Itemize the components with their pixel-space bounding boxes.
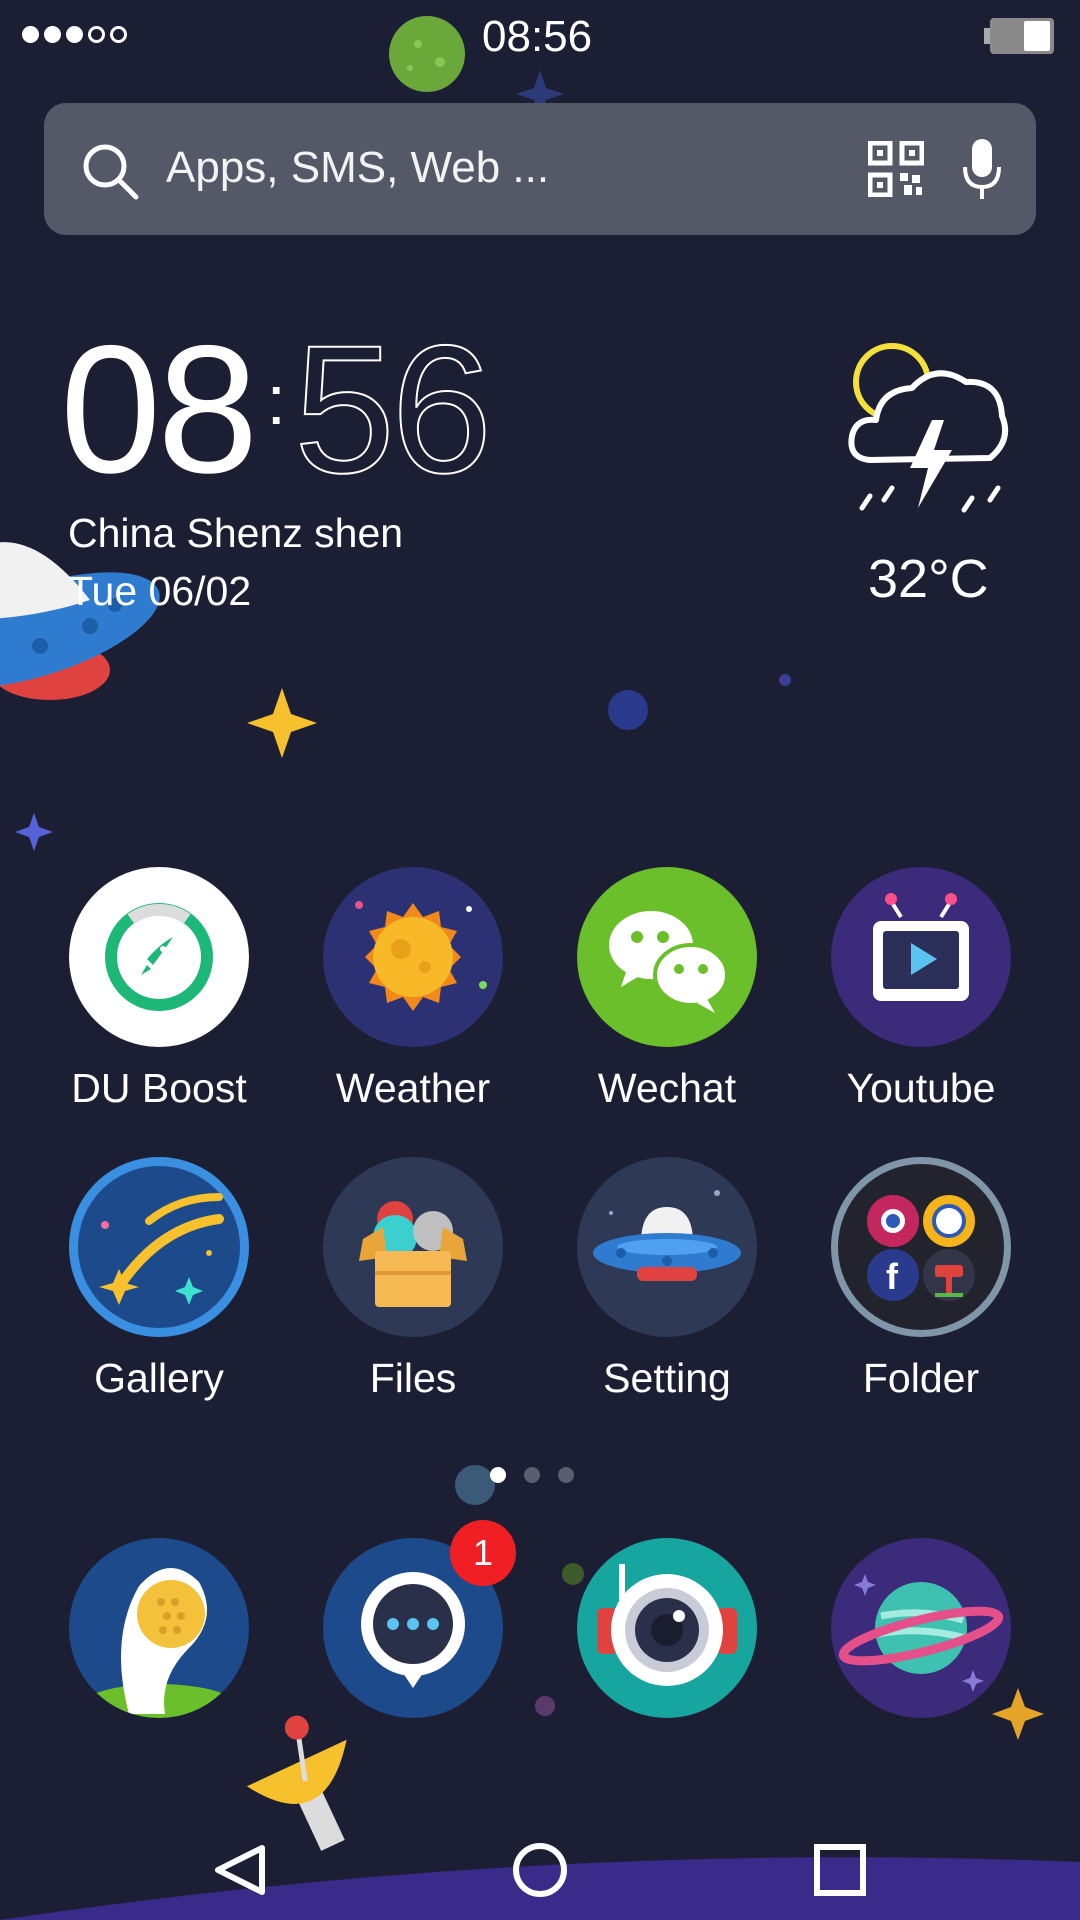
app-label: Wechat xyxy=(597,1065,737,1111)
folder-icon[interactable]: f xyxy=(831,1157,1011,1337)
setting-ufo-icon[interactable] xyxy=(577,1157,757,1337)
app-label: Youtube xyxy=(846,1065,996,1111)
unread-badge: 1 xyxy=(450,1520,516,1586)
clock-widget[interactable]: 08:56 xyxy=(60,317,493,501)
page-dot-3[interactable] xyxy=(558,1467,574,1483)
page-dot-1[interactable] xyxy=(490,1467,506,1483)
status-time: 08:56 xyxy=(482,12,593,61)
thunderstorm-sun-icon[interactable] xyxy=(840,340,1020,520)
gallery-shooting-star-icon[interactable] xyxy=(69,1157,249,1337)
app-label: DU Boost xyxy=(71,1065,247,1111)
page-dot-2[interactable] xyxy=(524,1467,540,1483)
qr-code-icon[interactable] xyxy=(868,141,924,197)
app-du-boost[interactable]: DU Boost xyxy=(39,867,279,1112)
app-label: Weather xyxy=(335,1065,491,1111)
phone-icon[interactable] xyxy=(69,1538,249,1718)
app-gallery[interactable]: Gallery xyxy=(39,1157,279,1402)
dock-phone[interactable] xyxy=(39,1538,279,1718)
clock-hours: 08 xyxy=(60,307,258,511)
files-box-icon[interactable] xyxy=(323,1157,503,1337)
navigation-bar xyxy=(0,1800,1080,1920)
temperature-label: 32°C xyxy=(868,549,989,609)
camera-icon[interactable] xyxy=(577,1538,757,1718)
microphone-icon[interactable] xyxy=(962,139,1002,201)
weather-sun-icon[interactable] xyxy=(323,867,503,1047)
app-files[interactable]: Files xyxy=(293,1157,533,1402)
date-label: Tue 06/02 xyxy=(68,568,252,614)
clock-separator: : xyxy=(266,361,286,439)
status-bar: 08:56 xyxy=(0,0,1080,76)
app-setting[interactable]: Setting xyxy=(547,1157,787,1402)
app-folder[interactable]: f Folder xyxy=(801,1157,1041,1402)
app-youtube[interactable]: Youtube xyxy=(801,867,1041,1112)
dock-browser[interactable] xyxy=(801,1538,1041,1718)
search-input[interactable]: Apps, SMS, Web ... xyxy=(166,143,549,193)
back-button[interactable] xyxy=(212,1842,266,1898)
du-boost-icon[interactable] xyxy=(69,867,249,1047)
recent-apps-button[interactable] xyxy=(814,1844,866,1896)
svg-text:f: f xyxy=(886,1256,899,1297)
page-indicator[interactable] xyxy=(490,1467,574,1483)
app-wechat[interactable]: Wechat xyxy=(547,867,787,1112)
app-label: Setting xyxy=(603,1355,731,1401)
app-label: Folder xyxy=(862,1355,980,1401)
browser-planet-icon[interactable] xyxy=(831,1538,1011,1718)
app-label: Files xyxy=(369,1355,457,1401)
youtube-tv-icon[interactable] xyxy=(831,867,1011,1047)
dock-camera[interactable] xyxy=(547,1538,787,1718)
app-weather[interactable]: Weather xyxy=(293,867,533,1112)
app-label: Gallery xyxy=(94,1355,224,1401)
battery-icon xyxy=(984,18,1054,54)
home-screen: 08:56 Apps, SMS, Web ... 08:56 China Sh… xyxy=(0,0,1080,1920)
location-label: China Shenz shen xyxy=(68,510,404,556)
search-icon[interactable] xyxy=(80,141,140,201)
wechat-icon[interactable] xyxy=(577,867,757,1047)
search-bar[interactable]: Apps, SMS, Web ... xyxy=(44,103,1036,235)
signal-strength-icon xyxy=(22,26,127,43)
clock-minutes: 56 xyxy=(293,307,493,511)
home-button[interactable] xyxy=(512,1842,568,1898)
